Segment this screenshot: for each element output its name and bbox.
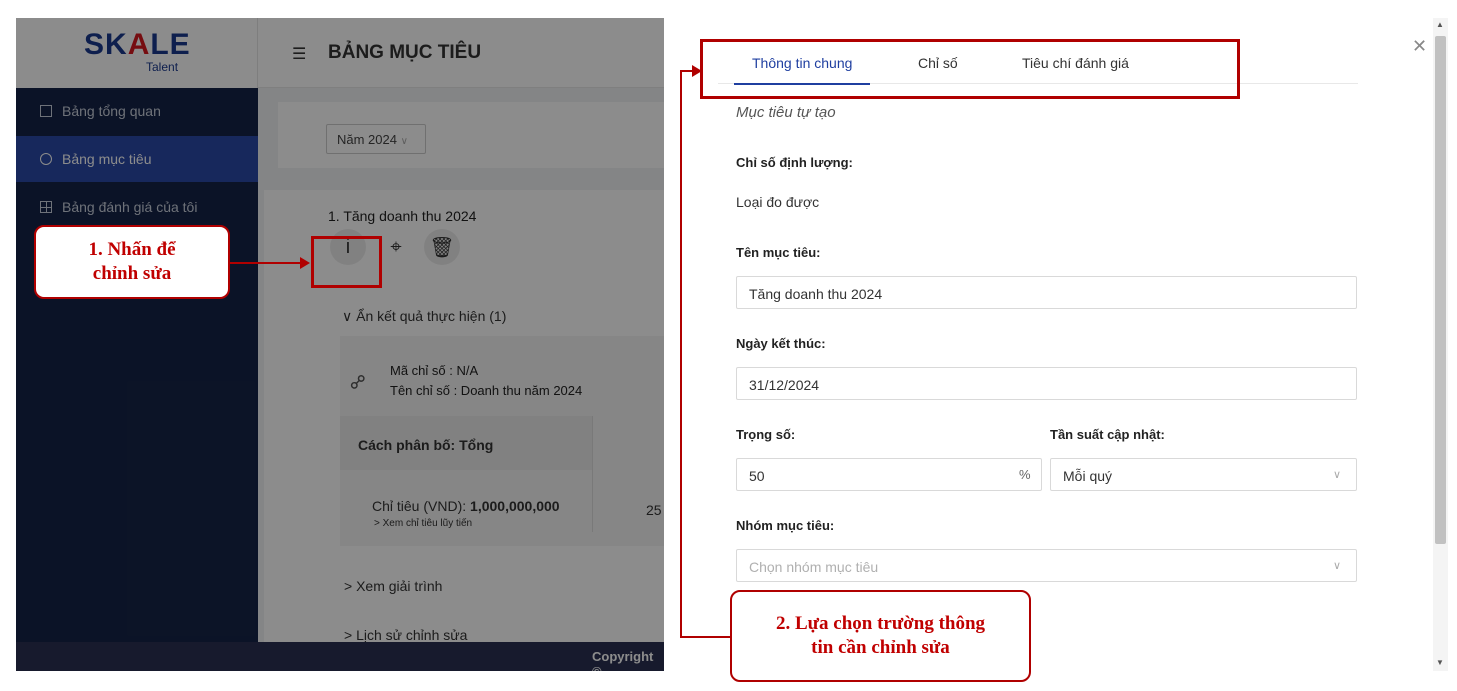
goal-group-select[interactable]: Chọn nhóm mục tiêu [736, 549, 1357, 582]
callout-step-2: 2. Lựa chọn trường thông tin cần chỉnh s… [730, 590, 1031, 682]
percent-suffix: % [1019, 467, 1031, 482]
callout-step-1-line-1: 1. Nhấn để [88, 239, 176, 260]
goal-name-input[interactable]: Tăng doanh thu 2024 [736, 276, 1357, 309]
group-label: Nhóm mục tiêu: [736, 518, 835, 533]
arrow-line-1 [230, 262, 306, 264]
scroll-down-icon[interactable]: ▼ [1436, 658, 1444, 667]
quant-value: Loại đo được [736, 194, 820, 210]
end-date-input[interactable]: 31/12/2024 [736, 367, 1357, 400]
arrow-line-2a [680, 636, 730, 638]
scroll-up-icon[interactable]: ▲ [1436, 20, 1444, 29]
arrow-head-1 [300, 257, 310, 269]
callout-step-1-line-2: chỉnh sửa [92, 263, 172, 284]
goal-type: Mục tiêu tự tạo [736, 104, 836, 121]
weight-input[interactable]: 50 [736, 458, 1042, 491]
close-icon[interactable]: ✕ [1412, 36, 1427, 57]
scrollbar-thumb[interactable] [1435, 36, 1446, 544]
arrow-head-2 [692, 65, 702, 77]
quant-label: Chỉ số định lượng: [736, 155, 853, 170]
modal-overlay[interactable] [16, 18, 664, 671]
arrow-line-2b [680, 70, 682, 638]
callout-step-2-line-1: 2. Lựa chọn trường thông [775, 613, 986, 634]
name-label: Tên mục tiêu: [736, 245, 821, 260]
highlight-info-button [311, 236, 382, 288]
chevron-down-icon: ∨ [1333, 469, 1342, 481]
callout-step-2-line-2: tin cần chỉnh sửa [811, 637, 950, 658]
frequency-select[interactable]: Mỗi quý [1050, 458, 1357, 491]
weight-label: Trọng số: [736, 427, 796, 442]
highlight-tabs [700, 39, 1240, 99]
frequency-label: Tần suất cập nhật: [1050, 427, 1165, 442]
callout-step-1: 1. Nhấn để chỉnh sửa [34, 225, 230, 299]
end-date-label: Ngày kết thúc: [736, 336, 826, 351]
chevron-down-icon: ∨ [1333, 560, 1342, 572]
